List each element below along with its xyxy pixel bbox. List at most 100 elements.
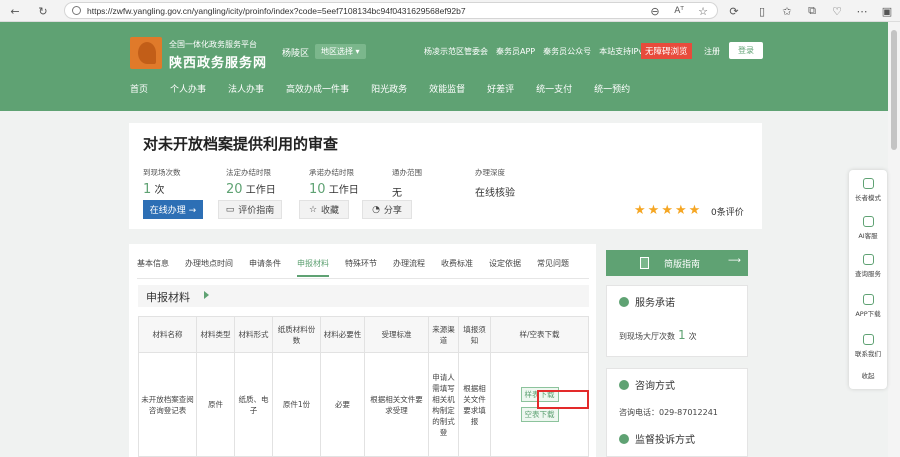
nav-supervision[interactable]: 效能监督: [429, 82, 465, 95]
tab-fees[interactable]: 收费标准: [441, 258, 473, 277]
evaluation-count[interactable]: 0条评价: [711, 205, 744, 218]
query-service-button[interactable]: 查询服务: [849, 254, 887, 278]
tab-conditions[interactable]: 申请条件: [249, 258, 281, 277]
register-link[interactable]: 注册: [704, 46, 720, 57]
online-apply-button[interactable]: 在线办理 →: [143, 200, 203, 219]
rating-stars: ★ ★ ★ ★ ★: [634, 203, 700, 218]
site-logo[interactable]: [130, 37, 162, 69]
top-links: 杨凌示范区管委会 秦务员APP 秦务员公众号 本站支持IPv6: [424, 46, 648, 57]
main-nav: 首页 个人办事 法人办事 高效办成一件事 阳光政务 效能监督 好差评 统一支付 …: [130, 82, 652, 95]
simple-guide-button[interactable]: 简版指南 ⟶: [606, 250, 748, 276]
search-icon: [862, 254, 874, 265]
star-outline-icon: ☆: [308, 204, 318, 215]
star-icon: ★: [688, 203, 701, 218]
page-scrollbar[interactable]: [888, 22, 900, 457]
browser-toolbar: ← ↻ https://zwfw.yangling.gov.cn/yanglin…: [0, 0, 900, 22]
login-button[interactable]: 登录: [729, 42, 763, 59]
site-title[interactable]: 陕西政务服务网: [169, 52, 267, 71]
nav-personal[interactable]: 个人办事: [170, 82, 206, 95]
blank-download-button[interactable]: 空表下载: [520, 407, 559, 422]
nav-appointment[interactable]: 统一预约: [594, 82, 630, 95]
col-name: 材料名称: [138, 316, 197, 353]
cell-name: 未开放档案查阅咨询登记表: [138, 352, 197, 457]
arrow-right-icon: ⟶: [728, 256, 741, 266]
site-subtitle: 全国一体化政务服务平台: [169, 40, 257, 49]
star-icon: ★: [647, 203, 660, 218]
url-text: https://zwfw.yangling.gov.cn/yangling/ic…: [87, 5, 466, 16]
star-icon: ★: [661, 203, 673, 218]
page-title: 对未开放档案提供利用的审查: [143, 135, 339, 153]
elder-icon: [862, 178, 874, 189]
tab-basic-info[interactable]: 基本信息: [137, 258, 169, 277]
chat-icon: [619, 379, 629, 390]
complaint-title: 监督投诉方式: [635, 435, 695, 446]
split-screen-icon[interactable]: ▯: [755, 4, 769, 18]
favorite-icon[interactable]: ☆: [696, 4, 710, 18]
scrollbar-thumb[interactable]: [891, 30, 897, 150]
guide-button[interactable]: ▭ 评价指南: [218, 200, 282, 219]
download-icon: [862, 294, 874, 305]
district-select[interactable]: 地区选择 ▾: [315, 44, 366, 59]
nav-rating[interactable]: 好差评: [487, 82, 514, 95]
col-standard: 受理标准: [364, 316, 429, 353]
cell-type: 原件: [196, 352, 235, 457]
tab-location-time[interactable]: 办理地点时间: [185, 258, 233, 277]
robot-icon: [862, 216, 874, 227]
app-download-button[interactable]: APP下载: [849, 294, 887, 318]
extension-icon[interactable]: ⟳: [727, 4, 741, 18]
collections-icon[interactable]: ⧉: [805, 4, 819, 18]
col-copies: 纸质材料份数: [272, 316, 321, 353]
nav-one-thing[interactable]: 高效办成一件事: [286, 82, 349, 95]
more-icon[interactable]: ⋯: [855, 4, 869, 18]
detail-tabs: 基本信息 办理地点时间 申请条件 申报材料 特殊环节 办理流程 收费标准 设定依…: [137, 258, 585, 277]
sidebar-icon[interactable]: ▣: [880, 4, 894, 18]
barrier-free-button[interactable]: 无障碍浏览: [641, 43, 692, 59]
nav-home[interactable]: 首页: [130, 82, 148, 95]
section-title: 申报材料: [146, 291, 190, 304]
visit-count: 到现场大厅次数 1 次: [619, 328, 697, 342]
table-header-row: 材料名称 材料类型 材料形式 纸质材料份数 材料必要性 受理标准 来源渠道 填报…: [138, 316, 589, 353]
link-wechat[interactable]: 秦务员公众号: [543, 46, 591, 57]
cell-necessity: 必要: [320, 352, 365, 457]
guide-icon: ▭: [225, 204, 235, 215]
link-admin-committee[interactable]: 杨凌示范区管委会: [424, 46, 488, 57]
star-icon: ★: [674, 203, 687, 218]
refresh-icon[interactable]: ↻: [36, 4, 50, 18]
share-button[interactable]: ◔ 分享: [362, 200, 412, 219]
elder-mode-button[interactable]: 长者模式: [849, 178, 887, 202]
nav-sunshine[interactable]: 阳光政务: [371, 82, 407, 95]
tab-special-steps[interactable]: 特殊环节: [345, 258, 377, 277]
service-promise-card: 服务承诺 到现场大厅次数 1 次: [606, 285, 748, 357]
address-bar[interactable]: https://zwfw.yangling.gov.cn/yangling/ic…: [64, 2, 718, 19]
nav-payment[interactable]: 统一支付: [536, 82, 572, 95]
phone-icon: [862, 334, 874, 345]
nav-corporate[interactable]: 法人办事: [228, 82, 264, 95]
favorites-bar-icon[interactable]: ✩: [780, 4, 794, 18]
meta-scope: 通办范围 无: [392, 168, 422, 199]
ai-service-button[interactable]: AI客服: [849, 216, 887, 240]
copilot-icon[interactable]: ♡: [830, 4, 844, 18]
district-label: 杨陵区: [282, 49, 310, 59]
back-icon[interactable]: ←: [8, 4, 22, 18]
item-summary-card: 对未开放档案提供利用的审查 到现场次数 1 次 法定办结时限 20 工作日 承诺…: [129, 123, 762, 229]
cell-copies: 原件1份: [272, 352, 321, 457]
link-app[interactable]: 秦务员APP: [496, 46, 535, 57]
tab-materials[interactable]: 申报材料: [297, 258, 329, 277]
floating-toolbar: 长者模式 AI客服 查询服务 APP下载 联系我们 收起: [849, 170, 887, 389]
zoom-icon[interactable]: ⊖: [648, 4, 662, 18]
cell-standard: 根据相关文件要求受理: [364, 352, 429, 457]
consult-card: 咨询方式 咨询电话：029-87012241 监督投诉方式: [606, 368, 748, 457]
info-icon[interactable]: [72, 6, 81, 15]
star-icon: ★: [634, 203, 646, 218]
collect-button[interactable]: ☆ 收藏: [299, 200, 349, 219]
cell-form: 纸质、电子: [234, 352, 273, 457]
read-aloud-icon[interactable]: Aᵀ: [672, 4, 686, 18]
tab-faq[interactable]: 常见问题: [537, 258, 569, 277]
complaint-icon: [619, 433, 629, 444]
highlight-box: [537, 390, 589, 409]
tab-basis[interactable]: 设定依据: [489, 258, 521, 277]
collapse-button[interactable]: 收起: [849, 370, 887, 380]
share-icon: ◔: [372, 204, 380, 215]
contact-button[interactable]: 联系我们: [849, 334, 887, 358]
tab-process[interactable]: 办理流程: [393, 258, 425, 277]
